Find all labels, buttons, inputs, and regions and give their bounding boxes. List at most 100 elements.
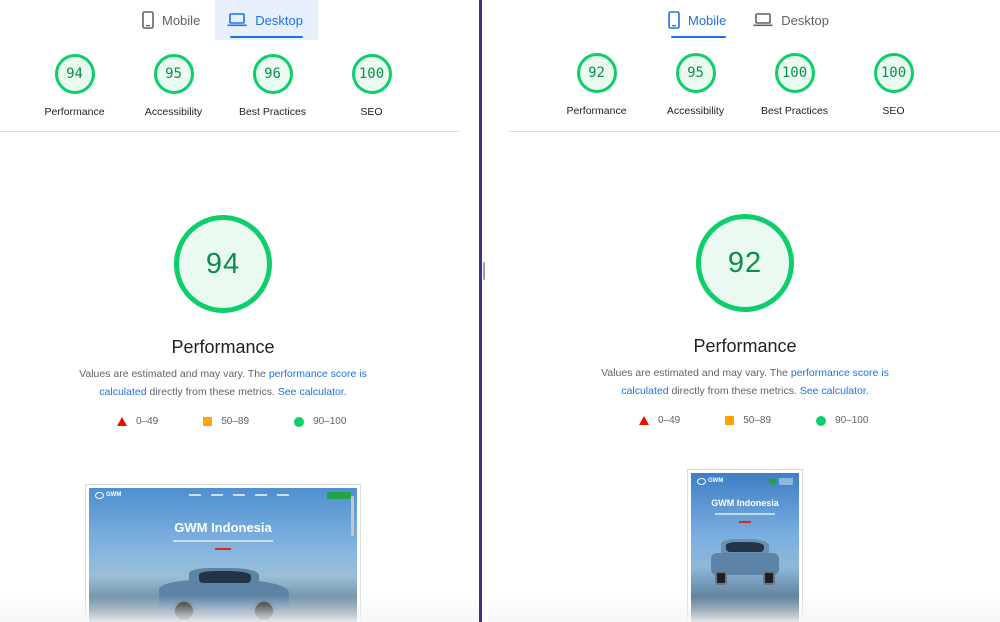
header-divider (508, 131, 1000, 132)
legend-pass: 90–100 (816, 415, 868, 426)
score-legend: 0–49 50–89 90–100 (639, 415, 913, 426)
gauge-label: Accessibility (144, 106, 203, 118)
gauge-label: Performance (44, 106, 105, 118)
screenshot-subtitle (715, 513, 775, 515)
screenshot-subtitle (173, 540, 273, 542)
legend-average: 50–89 (203, 416, 249, 427)
gauge-label: Performance (566, 105, 627, 117)
legend-pass-label: 90–100 (835, 415, 869, 426)
gauge-score: 100 (351, 54, 392, 94)
screenshot-image: GWM GWM Indonesia (89, 488, 357, 622)
legend-fail-label: 0–49 (136, 416, 159, 427)
tab-mobile-label: Mobile (162, 12, 201, 28)
tab-mobile[interactable]: Mobile (130, 0, 215, 40)
circle-icon (294, 416, 305, 427)
screenshot-nav-links (189, 494, 290, 496)
screenshot-title: GWM Indonesia (711, 498, 779, 508)
mobile-report-pane: Mobile Desktop 92 Performance 95 Accessi… (488, 0, 1000, 622)
tab-mobile[interactable]: Mobile (656, 0, 741, 40)
laptop-icon (753, 13, 773, 27)
description-text: Values are estimated and may vary. The (601, 367, 791, 379)
gauge-score: 95 (153, 54, 194, 94)
gauge-score: 100 (873, 53, 914, 93)
description-text: directly from these metrics. (146, 386, 278, 398)
gauge-performance[interactable]: 92 Performance (547, 53, 646, 117)
legend-fail: 0–49 (117, 416, 158, 427)
gauge-accessibility[interactable]: 95 Accessibility (646, 53, 745, 117)
car-image (159, 562, 289, 622)
laptop-icon (227, 13, 247, 27)
gauge-performance[interactable]: 94 Performance (25, 54, 124, 118)
gauge-score: 95 (675, 53, 716, 93)
screenshot-accent (739, 521, 751, 523)
circle-icon (816, 415, 827, 426)
phone-icon (668, 11, 680, 29)
gauge-label: Best Practices (760, 105, 829, 117)
legend-fail: 0–49 (639, 415, 680, 426)
square-icon (725, 416, 735, 425)
screenshot-scrollbar (351, 496, 354, 536)
performance-title: Performance (171, 337, 275, 357)
desktop-report-pane: Mobile Desktop 94 Performance 95 Accessi… (0, 0, 478, 622)
square-icon (203, 417, 213, 426)
description-text: directly from these metrics. (668, 385, 800, 397)
gauge-score: 100 (774, 53, 815, 93)
gauge-score: 92 (576, 53, 617, 93)
gwm-logo: GWM (697, 478, 723, 485)
category-gauges: 92 Performance 95 Accessibility 100 Best… (547, 53, 943, 117)
tab-desktop-label: Desktop (255, 12, 303, 28)
legend-pass: 90–100 (294, 416, 346, 427)
legend-fail-label: 0–49 (658, 415, 681, 426)
screenshot-accent (215, 548, 231, 550)
divider-grip[interactable] (483, 262, 485, 280)
legend-average-label: 50–89 (743, 415, 772, 426)
gauge-best-practices[interactable]: 96 Best Practices (223, 54, 322, 118)
tab-mobile-label: Mobile (688, 12, 727, 28)
performance-title: Performance (693, 336, 797, 356)
device-tabs: Mobile Desktop (130, 0, 318, 40)
see-calculator-link[interactable]: See calculator. (278, 386, 347, 398)
screenshot-cta (327, 491, 351, 499)
gauge-accessibility[interactable]: 95 Accessibility (124, 54, 223, 118)
phone-icon (142, 11, 154, 29)
legend-average-label: 50–89 (221, 416, 250, 427)
performance-description: Values are estimated and may vary. The p… (68, 365, 378, 401)
legend-pass-label: 90–100 (313, 416, 347, 427)
split-divider[interactable] (478, 0, 488, 622)
triangle-icon (117, 417, 127, 426)
screenshot-nav: GWM (691, 473, 799, 489)
menu-button (779, 477, 793, 485)
screenshot-image: GWM GWM Indonesia (691, 473, 799, 622)
tab-desktop-label: Desktop (781, 12, 829, 28)
header-divider (0, 131, 460, 132)
gauge-label: SEO (360, 106, 383, 118)
performance-description: Values are estimated and may vary. The p… (590, 364, 900, 400)
triangle-icon (639, 416, 649, 425)
tab-desktop[interactable]: Desktop (215, 0, 318, 40)
desktop-page-screenshot: GWM GWM Indonesia (85, 484, 361, 622)
screenshot-title: GWM Indonesia (174, 520, 272, 535)
device-tabs: Mobile Desktop (656, 0, 844, 40)
car-image (711, 539, 779, 587)
description-text: Values are estimated and may vary. The (79, 368, 269, 380)
gauge-label: SEO (882, 105, 905, 117)
whatsapp-icon (769, 477, 776, 485)
mobile-page-screenshot: GWM GWM Indonesia (687, 469, 803, 622)
gauge-label: Accessibility (666, 105, 725, 117)
performance-score-gauge: 92 (696, 214, 794, 312)
comparison-stage: Mobile Desktop 94 Performance 95 Accessi… (0, 0, 1000, 622)
gauge-best-practices[interactable]: 100 Best Practices (745, 53, 844, 117)
gauge-label: Best Practices (238, 106, 307, 118)
category-gauges: 94 Performance 95 Accessibility 96 Best … (25, 54, 421, 118)
gauge-seo[interactable]: 100 SEO (322, 54, 421, 118)
screenshot-nav: GWM (89, 488, 357, 502)
gauge-seo[interactable]: 100 SEO (844, 53, 943, 117)
see-calculator-link[interactable]: See calculator. (800, 385, 869, 397)
legend-average: 50–89 (725, 415, 771, 426)
gauge-score: 96 (252, 54, 293, 94)
gwm-logo: GWM (95, 492, 121, 499)
performance-score-gauge: 94 (174, 215, 272, 313)
gauge-score: 94 (54, 54, 95, 94)
tab-desktop[interactable]: Desktop (741, 0, 844, 40)
score-legend: 0–49 50–89 90–100 (117, 416, 391, 427)
